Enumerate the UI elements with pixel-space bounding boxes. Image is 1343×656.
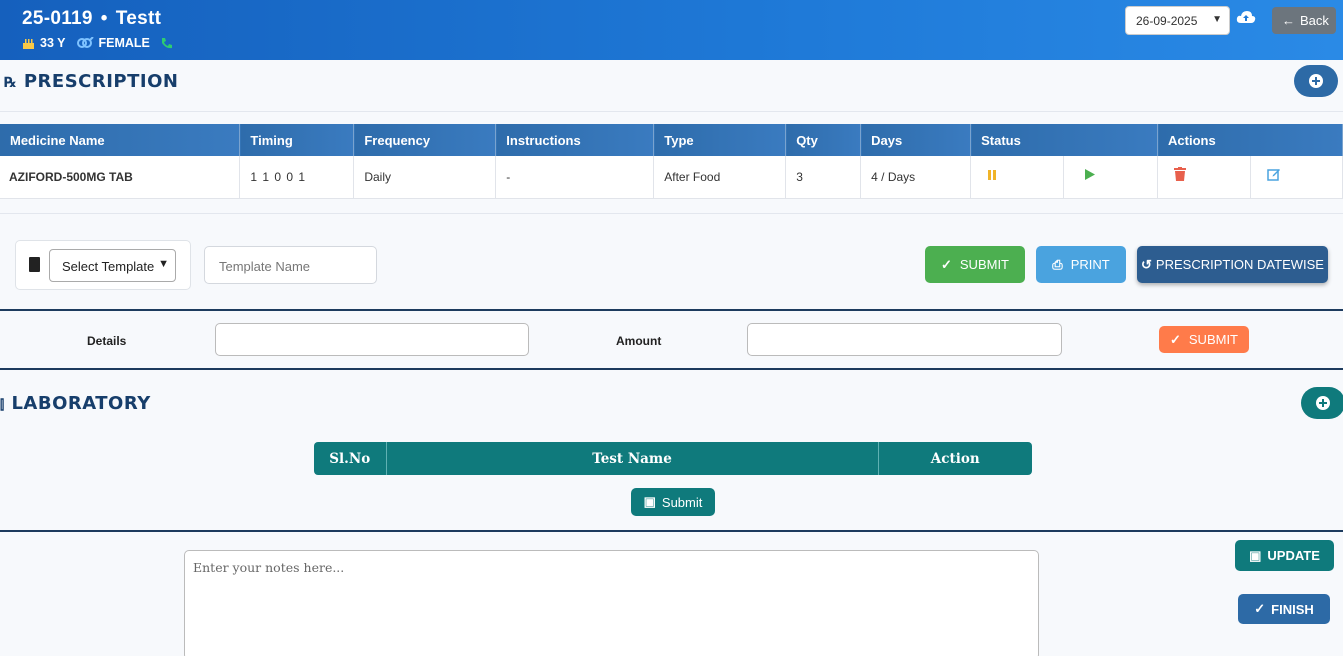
- col-qty: Qty: [785, 124, 862, 156]
- patient-header: 25-0119 • Testt 33 Y FEMALE 26-09-2025 ▼ ←…: [0, 0, 1343, 60]
- edit-icon[interactable]: [1267, 167, 1281, 181]
- divider: [0, 368, 1343, 370]
- cell-frequency: Daily: [353, 156, 497, 199]
- date-value: 26-09-2025: [1136, 14, 1198, 28]
- test-tubes-icon: ⫿: [0, 398, 5, 413]
- lab-header-row: Sl.No Test Name Action: [314, 442, 1032, 475]
- template-select-value: Select Template: [62, 259, 155, 274]
- printer-icon: ⎙: [1052, 256, 1063, 272]
- prescription-table: Medicine Name Timing Frequency Instructi…: [0, 124, 1343, 199]
- col-slno: Sl.No: [314, 442, 387, 475]
- laboratory-title: ⫿ LABORATORY: [0, 393, 151, 414]
- prescription-title: ℞ PRESCRIPTION: [4, 71, 178, 92]
- add-prescription-button[interactable]: [1294, 65, 1338, 97]
- template-box: Select Template ▼: [15, 240, 191, 290]
- patient-gender: FEMALE: [98, 36, 150, 50]
- patient-name: Testt: [115, 8, 162, 29]
- col-medicine: Medicine Name: [0, 124, 241, 156]
- file-plus-icon: [29, 257, 40, 272]
- cake-icon: [23, 38, 34, 49]
- play-icon[interactable]: [1084, 168, 1096, 181]
- patient-title: 25-0119 • Testt: [22, 8, 161, 30]
- save-icon: ▣: [1249, 547, 1262, 563]
- chevron-down-icon: ▼: [158, 258, 169, 270]
- finish-button[interactable]: ✓ FINISH: [1238, 594, 1330, 624]
- finish-label: FINISH: [1271, 601, 1314, 617]
- phone-icon[interactable]: [160, 37, 173, 50]
- notes-textarea[interactable]: Enter your notes here...: [184, 550, 1039, 656]
- divider: [0, 213, 1343, 214]
- trash-icon[interactable]: [1174, 166, 1187, 181]
- title-separator: •: [100, 8, 108, 29]
- plus-icon: [1316, 396, 1330, 410]
- divider: [0, 530, 1343, 532]
- date-select[interactable]: 26-09-2025 ▼: [1125, 6, 1230, 35]
- prescription-header-row: Medicine Name Timing Frequency Instructi…: [0, 124, 1343, 156]
- prescription-datewise-button[interactable]: ↺ PRESCRIPTION DATEWISE: [1137, 246, 1328, 283]
- amount-input[interactable]: [747, 323, 1062, 356]
- cloud-upload-icon[interactable]: [1236, 10, 1256, 24]
- rx-icon: ℞: [4, 75, 18, 91]
- divider: [0, 309, 1343, 311]
- datewise-label: PRESCRIPTION DATEWISE: [1155, 257, 1324, 272]
- arrow-left-icon: ←: [1282, 13, 1295, 28]
- play-cell: [1063, 156, 1159, 199]
- check-icon: ✓: [1254, 601, 1266, 616]
- col-actions: Actions: [1157, 124, 1343, 156]
- submit-label: SUBMIT: [959, 257, 1010, 272]
- col-test-name: Test Name: [386, 442, 879, 475]
- patient-id: 25-0119: [22, 8, 93, 29]
- col-frequency: Frequency: [353, 124, 497, 156]
- delete-cell: [1157, 156, 1251, 199]
- prescription-submit-button[interactable]: ✓ SUBMIT: [925, 246, 1025, 283]
- back-button[interactable]: ← Back: [1272, 7, 1336, 34]
- add-lab-test-button[interactable]: [1301, 387, 1343, 419]
- plus-icon: [1309, 74, 1323, 88]
- lab-submit-button[interactable]: ▣ Submit: [631, 488, 715, 516]
- cell-qty: 3: [785, 156, 862, 199]
- pause-cell: [970, 156, 1065, 199]
- cell-days: 4 / Days: [860, 156, 972, 199]
- lab-submit-label: Submit: [661, 494, 703, 510]
- prescription-title-text: PRESCRIPTION: [23, 71, 179, 92]
- check-icon: ✓: [1169, 331, 1181, 347]
- update-button[interactable]: ▣ UPDATE: [1235, 540, 1334, 571]
- print-label: PRINT: [1070, 257, 1110, 272]
- patient-meta: 33 Y FEMALE: [22, 36, 178, 50]
- col-timing: Timing: [239, 124, 355, 156]
- billing-submit-button[interactable]: ✓ SUBMIT: [1159, 326, 1249, 353]
- details-label: Details: [87, 334, 127, 348]
- col-days: Days: [860, 124, 972, 156]
- cell-medicine: AZIFORD-500MG TAB: [0, 156, 241, 199]
- col-type: Type: [653, 124, 787, 156]
- check-icon: ✓: [940, 256, 952, 272]
- details-input[interactable]: [215, 323, 529, 356]
- pause-icon[interactable]: [987, 169, 997, 181]
- cell-type: After Food: [653, 156, 787, 199]
- billing-submit-label: SUBMIT: [1188, 332, 1239, 347]
- lab-table: Sl.No Test Name Action: [314, 442, 1032, 475]
- cell-timing: 1 1 0 0 1: [239, 156, 355, 199]
- patient-age: 33 Y: [40, 36, 66, 50]
- laboratory-title-text: LABORATORY: [11, 393, 151, 414]
- amount-label: Amount: [616, 334, 662, 348]
- back-label: Back: [1300, 13, 1329, 28]
- template-select[interactable]: Select Template ▼: [49, 249, 176, 282]
- col-status: Status: [970, 124, 1159, 156]
- template-name-input[interactable]: Template Name: [204, 246, 377, 284]
- print-button[interactable]: ⎙ PRINT: [1036, 246, 1126, 283]
- divider: [0, 111, 1343, 112]
- update-label: UPDATE: [1267, 548, 1320, 563]
- gender-icon: [76, 36, 94, 48]
- edit-cell: [1250, 156, 1343, 199]
- col-action: Action: [878, 442, 1032, 475]
- chevron-down-icon: ▼: [1212, 14, 1222, 25]
- history-icon: ↺: [1141, 256, 1152, 272]
- cell-instructions: -: [495, 156, 655, 199]
- save-icon: ▣: [643, 494, 656, 509]
- table-row: AZIFORD-500MG TAB 1 1 0 0 1 Daily - Afte…: [0, 156, 1343, 199]
- col-instructions: Instructions: [495, 124, 655, 156]
